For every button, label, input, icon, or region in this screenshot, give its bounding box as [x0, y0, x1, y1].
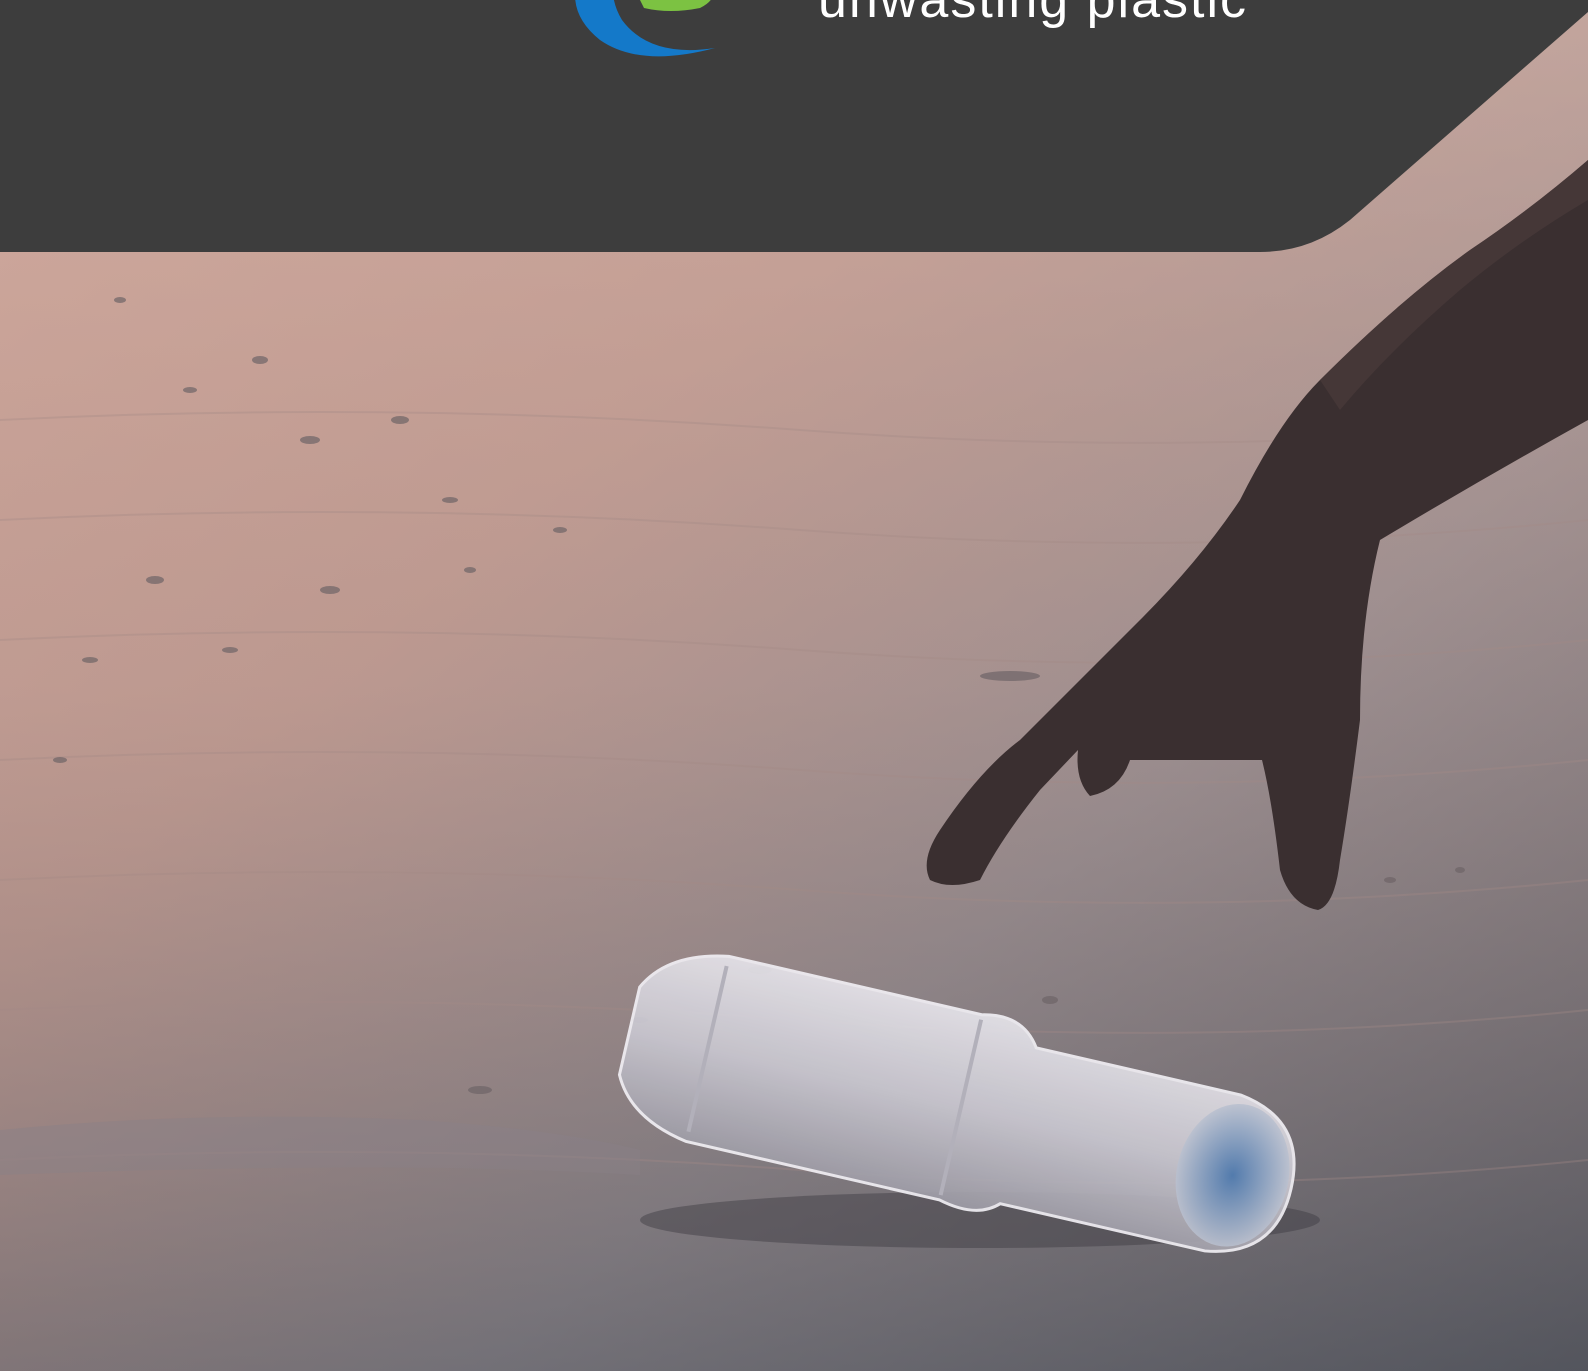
header-band — [0, 0, 1588, 260]
logo-icon — [560, 0, 740, 62]
brand-tagline: unwasting plastic — [818, 0, 1248, 29]
page: unwasting plastic — [0, 0, 1588, 1371]
